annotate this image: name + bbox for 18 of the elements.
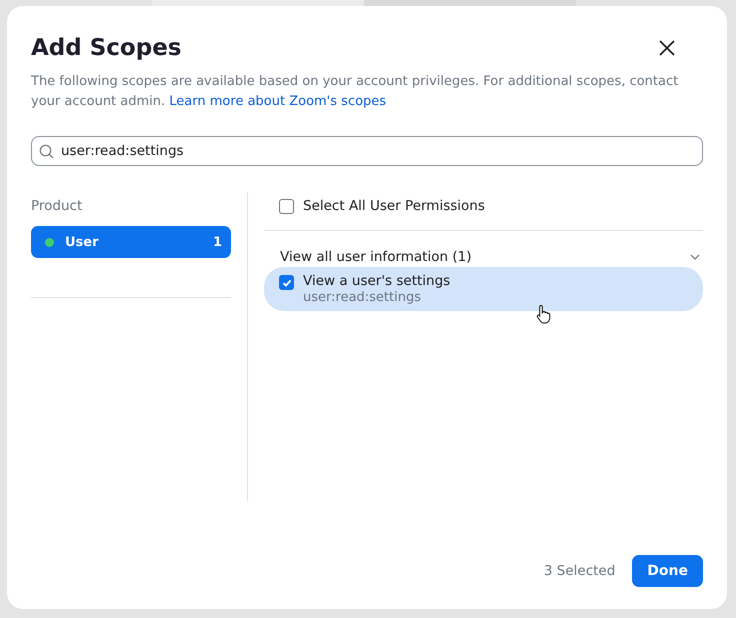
- scope-label: View a user's settings: [303, 273, 450, 289]
- column-heading: Product: [31, 198, 84, 214]
- done-button[interactable]: Done: [632, 555, 703, 587]
- checkbox[interactable]: [279, 198, 294, 214]
- chevron-icon[interactable]: [690, 254, 700, 260]
- checkbox-label: Select All User Permissions: [303, 198, 485, 214]
- search-icon: [39, 144, 54, 159]
- learn-more-link[interactable]: Learn more about Zoom's scopes: [169, 94, 386, 109]
- hand-cursor-icon: [536, 304, 552, 324]
- product-item[interactable]: User 1: [31, 226, 231, 258]
- search-field[interactable]: user:read:settings: [31, 136, 703, 166]
- dialog-title: Add Scopes: [31, 35, 182, 61]
- scope-name: user:read:settings: [303, 290, 422, 305]
- selected-count: 3 Selected: [544, 563, 616, 579]
- checkbox[interactable]: [279, 275, 294, 290]
- dialog-description: The following scopes are available based on your account privileges. For additional scopes, contact your account admin. Learn more about Zoom's scopes: [31, 73, 680, 111]
- group-title: View all user information (1): [280, 249, 472, 265]
- close-icon: [659, 40, 675, 56]
